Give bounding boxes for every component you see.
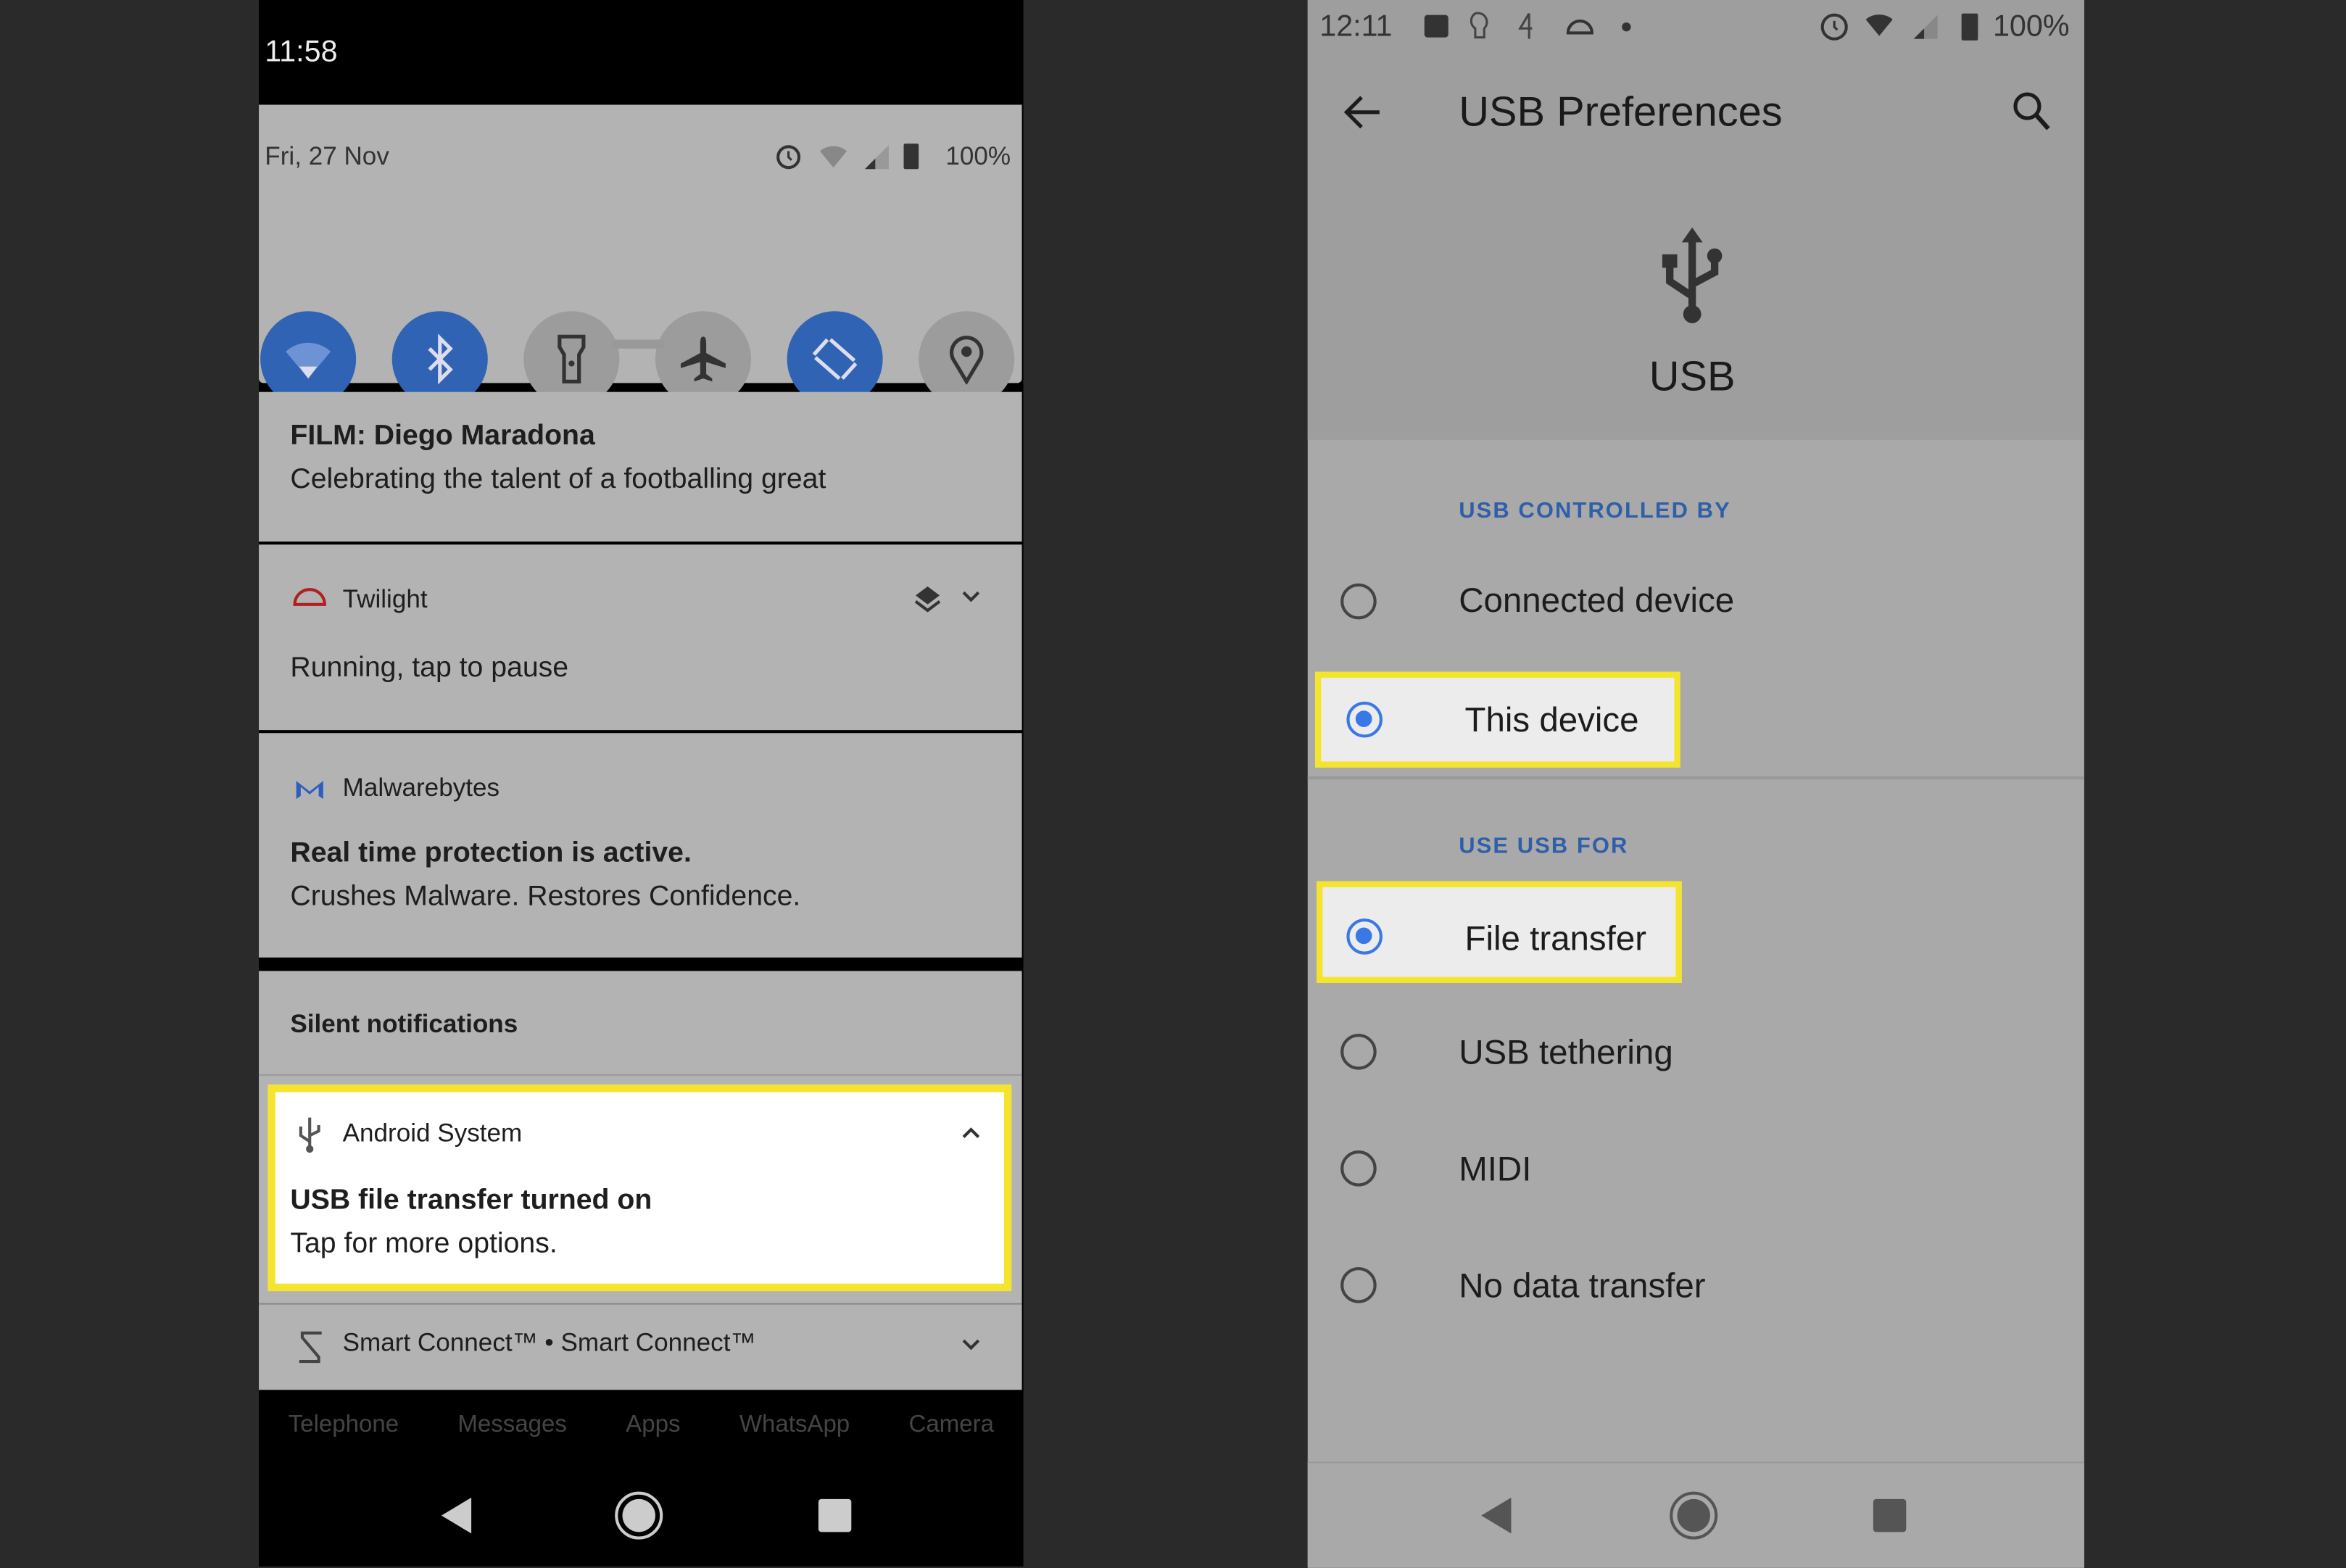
battery-percent: 100%: [1992, 10, 2070, 43]
option-label: File transfer: [1464, 918, 1647, 958]
notification-text: Crushes Malware. Restores Confidence.: [290, 881, 801, 913]
usb-label: USB: [1649, 353, 1736, 400]
status-time: 12:11: [1319, 10, 1393, 43]
dock-label-camera[interactable]: Camera: [909, 1412, 994, 1439]
battery-percent: 100%: [945, 142, 1011, 171]
status-icons: [1820, 13, 1978, 41]
location-icon: [950, 336, 984, 385]
app-name: Twilight: [342, 584, 428, 614]
radio-file-transfer[interactable]: [1346, 918, 1383, 955]
chevron-down-icon[interactable]: [961, 1337, 982, 1353]
app-name: Malwarebytes: [342, 773, 500, 802]
radio-connected-device[interactable]: [1340, 583, 1377, 620]
radio-midi[interactable]: [1340, 1150, 1377, 1187]
divider: [1307, 776, 2084, 780]
nav-buttons: [1481, 1491, 1907, 1540]
silent-notifications-group: Silent notifications Android System USB …: [259, 971, 1022, 1390]
divider: [259, 1074, 1022, 1076]
usb-icon: [1662, 227, 1723, 323]
notification-text: Celebrating the talent of a footballing …: [290, 463, 826, 496]
search-icon[interactable]: [2011, 90, 2053, 135]
option-file-transfer[interactable]: File transfer: [1317, 881, 1682, 983]
radio-usb-tethering[interactable]: [1340, 1034, 1377, 1070]
option-label: USB tethering: [1459, 1032, 1673, 1071]
back-arrow-icon[interactable]: [1343, 93, 1383, 132]
bluetooth-icon: [428, 333, 453, 385]
back-button[interactable]: [1481, 1497, 1512, 1534]
dock-label-whatsapp[interactable]: WhatsApp: [739, 1412, 850, 1439]
radio-no-data-transfer[interactable]: [1340, 1267, 1377, 1303]
quick-settings-panel: Fri, 27 Nov 100%: [259, 104, 1022, 407]
notification-text: Running, tap to pause: [290, 652, 569, 684]
smart-connect-icon: [299, 1331, 322, 1364]
option-connected-device[interactable]: Connected device: [1308, 544, 2084, 658]
notification-title: USB file transfer turned on: [290, 1185, 652, 1216]
option-no-data-transfer[interactable]: No data transfer: [1308, 1229, 2084, 1343]
option-label: Connected device: [1459, 580, 1735, 620]
notification-icons: [1424, 12, 1631, 39]
section-header-use-usb-for: USE USB FOR: [1459, 833, 1629, 859]
page-title: USB Preferences: [1459, 88, 1783, 135]
navigation-bar: [1307, 1461, 2084, 1568]
wifi-icon: [286, 342, 331, 379]
section-header: Silent notifications: [290, 1010, 518, 1039]
app-name: Smart Connect™ • Smart Connect™: [342, 1328, 756, 1357]
dock-label-apps[interactable]: Apps: [626, 1412, 680, 1439]
notification-smart-connect[interactable]: Smart Connect™ • Smart Connect™: [259, 1305, 1022, 1390]
home-dock: Telephone Messages Apps WhatsApp Camera: [259, 1412, 1024, 1439]
layers-icon[interactable]: [913, 584, 942, 613]
malwarebytes-icon: [296, 781, 323, 800]
navigation-bar: [441, 1491, 852, 1540]
notification-title: FILM: Diego Maradona: [290, 420, 595, 452]
option-label: This device: [1464, 700, 1639, 739]
option-label: No data transfer: [1459, 1265, 1706, 1305]
notification-shade-screen: 11:58 Fri, 27 Nov 100% FILM: Diego Marad…: [259, 0, 1024, 1567]
option-this-device[interactable]: This device: [1315, 671, 1680, 768]
date: Fri, 27 Nov: [265, 142, 389, 171]
option-usb-tethering[interactable]: USB tethering: [1308, 996, 2084, 1110]
airplane-icon: [681, 336, 726, 382]
recents-button[interactable]: [1873, 1498, 1907, 1532]
flashlight-icon: [558, 334, 586, 383]
notification-malwarebytes[interactable]: Malwarebytes Real time protection is act…: [259, 733, 1022, 958]
app-name: Android System: [342, 1119, 523, 1148]
dock-label-telephone[interactable]: Telephone: [289, 1412, 399, 1439]
status-time: 11:58: [265, 36, 338, 69]
twilight-icon: [293, 588, 326, 606]
option-label: MIDI: [1459, 1148, 1532, 1188]
drag-handle[interactable]: [612, 339, 666, 349]
notification-text: Tap for more options.: [290, 1228, 558, 1260]
usb-preferences-screen: 12:11 100% USB Preferences USB USB CONTR…: [1307, 0, 2084, 1568]
dock-label-messages[interactable]: Messages: [457, 1412, 566, 1439]
chevron-up-icon[interactable]: [961, 1125, 982, 1140]
status-icons: [776, 144, 919, 170]
usb-icon: [299, 1117, 320, 1153]
notification-film[interactable]: FILM: Diego Maradona Celebrating the tal…: [259, 391, 1022, 542]
auto-rotate-icon: [812, 338, 858, 381]
option-midi[interactable]: MIDI: [1308, 1113, 2084, 1227]
notification-twilight[interactable]: Twilight Running, tap to pause: [259, 544, 1022, 731]
app-header: 12:11 100% USB Preferences USB: [1307, 0, 2084, 440]
radio-this-device[interactable]: [1346, 701, 1383, 738]
chevron-down-icon[interactable]: [961, 589, 982, 605]
notification-android-system[interactable]: Android System USB file transfer turned …: [268, 1084, 1012, 1292]
section-header-controlled-by: USB CONTROLLED BY: [1459, 498, 1731, 524]
recents-button[interactable]: [818, 1498, 852, 1532]
back-button[interactable]: [441, 1497, 472, 1534]
notification-title: Real time protection is active.: [290, 837, 692, 870]
